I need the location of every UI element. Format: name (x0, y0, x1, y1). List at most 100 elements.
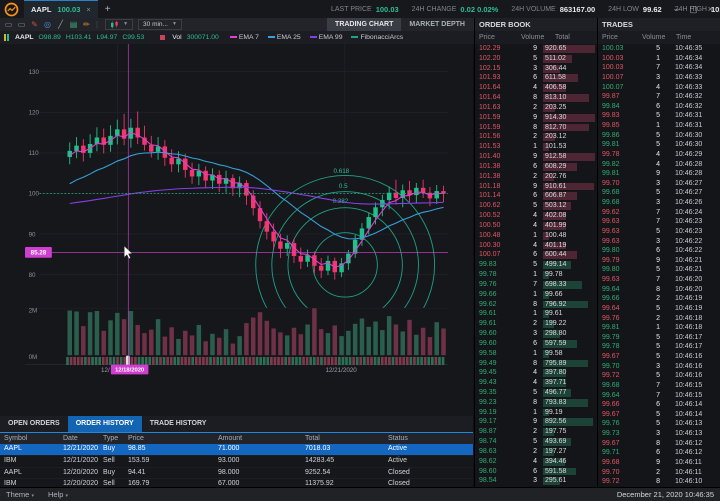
trade-row[interactable]: 100.03110:46:34 (598, 54, 720, 64)
trade-row[interactable]: 99.63710:46:20 (598, 275, 720, 285)
layers-icon[interactable]: ▤ (68, 19, 79, 30)
tab-open-orders[interactable]: OPEN ORDERS (0, 416, 68, 432)
order-book-row[interactable]: 99.238793.83 (475, 398, 597, 408)
order-book-row[interactable]: 100.504401.99 (475, 221, 597, 231)
close-button[interactable]: × (708, 4, 713, 14)
order-book-row[interactable]: 101.409912.58 (475, 152, 597, 162)
order-book-row[interactable]: 99.612199.22 (475, 319, 597, 329)
order-book-row[interactable]: 101.382202.76 (475, 172, 597, 182)
trade-row[interactable]: 99.67510:46:14 (598, 410, 720, 420)
minimize-button[interactable]: – (674, 4, 679, 14)
trade-row[interactable]: 99.78410:46:29 (598, 150, 720, 160)
trade-row[interactable]: 99.78510:46:17 (598, 342, 720, 352)
order-book-row[interactable]: 99.355496.77 (475, 388, 597, 398)
tab-trading-chart[interactable]: TRADING CHART (327, 18, 401, 31)
menu-theme[interactable]: Theme ▾ (6, 490, 34, 499)
order-book-row[interactable]: 99.434397.71 (475, 378, 597, 388)
order-book-row[interactable]: 102.299920.65 (475, 44, 597, 54)
trade-row[interactable]: 99.76510:46:13 (598, 419, 720, 429)
trade-row[interactable]: 99.68910:46:11 (598, 458, 720, 468)
trade-row[interactable]: 99.64510:46:19 (598, 304, 720, 314)
order-book-row[interactable]: 98.872197.75 (475, 427, 597, 437)
order-book-row[interactable]: 102.153306.44 (475, 64, 597, 74)
order-book-row[interactable]: 101.386608.29 (475, 162, 597, 172)
order-book-row[interactable]: 99.19199.19 (475, 408, 597, 418)
order-book-row[interactable]: 98.632197.27 (475, 447, 597, 457)
order-book-row[interactable]: 99.835499.14 (475, 260, 597, 270)
order-book-row[interactable]: 99.767698.33 (475, 280, 597, 290)
order-book-row[interactable]: 101.648813.10 (475, 93, 597, 103)
trade-row[interactable]: 100.07410:46:33 (598, 83, 720, 93)
trade-row[interactable]: 99.85110:46:31 (598, 121, 720, 131)
order-book-row[interactable]: 101.936611.58 (475, 73, 597, 83)
order-book-row[interactable]: 99.606597.59 (475, 339, 597, 349)
order-book-row[interactable]: 101.189910.61 (475, 182, 597, 192)
trade-row[interactable]: 99.66210:46:19 (598, 294, 720, 304)
order-book-row[interactable]: 99.78199.78 (475, 270, 597, 280)
order-book-row[interactable]: 101.562203.12 (475, 132, 597, 142)
menu-help[interactable]: Help ▾ (48, 490, 68, 499)
order-book-row[interactable]: 101.644406.58 (475, 83, 597, 93)
trade-row[interactable]: 99.63710:46:23 (598, 217, 720, 227)
trade-row[interactable]: 99.80610:46:22 (598, 246, 720, 256)
trade-row[interactable]: 99.66610:46:14 (598, 400, 720, 410)
order-history-row[interactable]: AAPL12/21/2020Buy98.8571.0007018.03Activ… (0, 444, 473, 456)
comment-icon[interactable]: ▭ (3, 19, 14, 30)
trade-row[interactable]: 99.68310:46:26 (598, 198, 720, 208)
trade-row[interactable]: 100.07310:46:33 (598, 73, 720, 83)
draw-pen-icon[interactable]: ✎ (29, 19, 40, 30)
order-book-row[interactable]: 100.625503.12 (475, 201, 597, 211)
trade-row[interactable]: 99.67510:46:16 (598, 352, 720, 362)
order-book-row[interactable]: 99.498795.89 (475, 359, 597, 369)
order-book-row[interactable]: 100.076600.44 (475, 250, 597, 260)
order-book-row[interactable]: 101.598812.70 (475, 123, 597, 133)
trade-row[interactable]: 99.72810:46:10 (598, 477, 720, 487)
marker-icon[interactable]: ✏ (81, 19, 92, 30)
order-book-row[interactable]: 101.632203.25 (475, 103, 597, 113)
trade-row[interactable]: 99.83510:46:31 (598, 111, 720, 121)
trade-row[interactable]: 99.71610:46:12 (598, 448, 720, 458)
chart-type-button[interactable]: ▼ (105, 19, 133, 30)
trade-row[interactable]: 99.72510:46:16 (598, 371, 720, 381)
trade-row[interactable]: 99.73310:46:13 (598, 429, 720, 439)
trade-row[interactable]: 99.76210:46:18 (598, 314, 720, 324)
trade-row[interactable]: 99.87710:46:32 (598, 92, 720, 102)
trade-row[interactable]: 100.03710:46:34 (598, 63, 720, 73)
order-book-row[interactable]: 101.531101.53 (475, 142, 597, 152)
trade-row[interactable]: 99.81110:46:18 (598, 323, 720, 333)
trade-row[interactable]: 99.68510:46:27 (598, 188, 720, 198)
order-book-row[interactable]: 99.61199.61 (475, 309, 597, 319)
trade-row[interactable]: 99.70210:46:11 (598, 468, 720, 478)
instrument-tab[interactable]: AAPL 100.03 × (24, 0, 98, 18)
trade-row[interactable]: 100.03510:46:35 (598, 44, 720, 54)
tab-close-icon[interactable]: × (86, 5, 90, 14)
tab-order-history[interactable]: ORDER HISTORY (68, 416, 142, 432)
order-history-row[interactable]: AAPL12/20/2020Buy94.4198.0009252.54Close… (0, 468, 473, 480)
new-tab-button[interactable]: + (98, 4, 118, 15)
order-book-row[interactable]: 101.599914.30 (475, 113, 597, 123)
order-book-row[interactable]: 99.603298.80 (475, 329, 597, 339)
order-book-row[interactable]: 99.58199.58 (475, 349, 597, 359)
trade-row[interactable]: 99.84610:46:32 (598, 102, 720, 112)
order-book-row[interactable]: 102.205511.02 (475, 54, 597, 64)
trade-row[interactable]: 99.81910:46:28 (598, 169, 720, 179)
order-book-row[interactable]: 101.146606.87 (475, 191, 597, 201)
order-book-row[interactable]: 100.481100.48 (475, 231, 597, 241)
order-book-row[interactable]: 100.304401.19 (475, 241, 597, 251)
trade-row[interactable]: 99.64710:46:15 (598, 391, 720, 401)
trade-row[interactable]: 99.86510:46:30 (598, 131, 720, 141)
trading-chart[interactable]: 13012011010090802M0M0.6180.50.38212/12/2… (0, 44, 473, 416)
trade-row[interactable]: 99.64810:46:20 (598, 285, 720, 295)
trade-row[interactable]: 99.81510:46:30 (598, 140, 720, 150)
trade-row[interactable]: 99.68710:46:15 (598, 381, 720, 391)
order-book-row[interactable]: 99.179892.56 (475, 417, 597, 427)
order-book-row[interactable]: 99.454397.80 (475, 368, 597, 378)
tab-market-depth[interactable]: MARKET DEPTH (401, 18, 473, 31)
trade-row[interactable]: 99.70310:46:27 (598, 179, 720, 189)
order-book-row[interactable]: 98.624394.46 (475, 457, 597, 467)
order-book-row[interactable]: 98.606591.58 (475, 467, 597, 477)
maximize-button[interactable]: ▢ (689, 4, 698, 15)
order-book-row[interactable]: 100.524402.08 (475, 211, 597, 221)
order-book-row[interactable]: 98.543295.61 (475, 476, 597, 486)
target-icon[interactable]: ◎ (42, 19, 53, 30)
